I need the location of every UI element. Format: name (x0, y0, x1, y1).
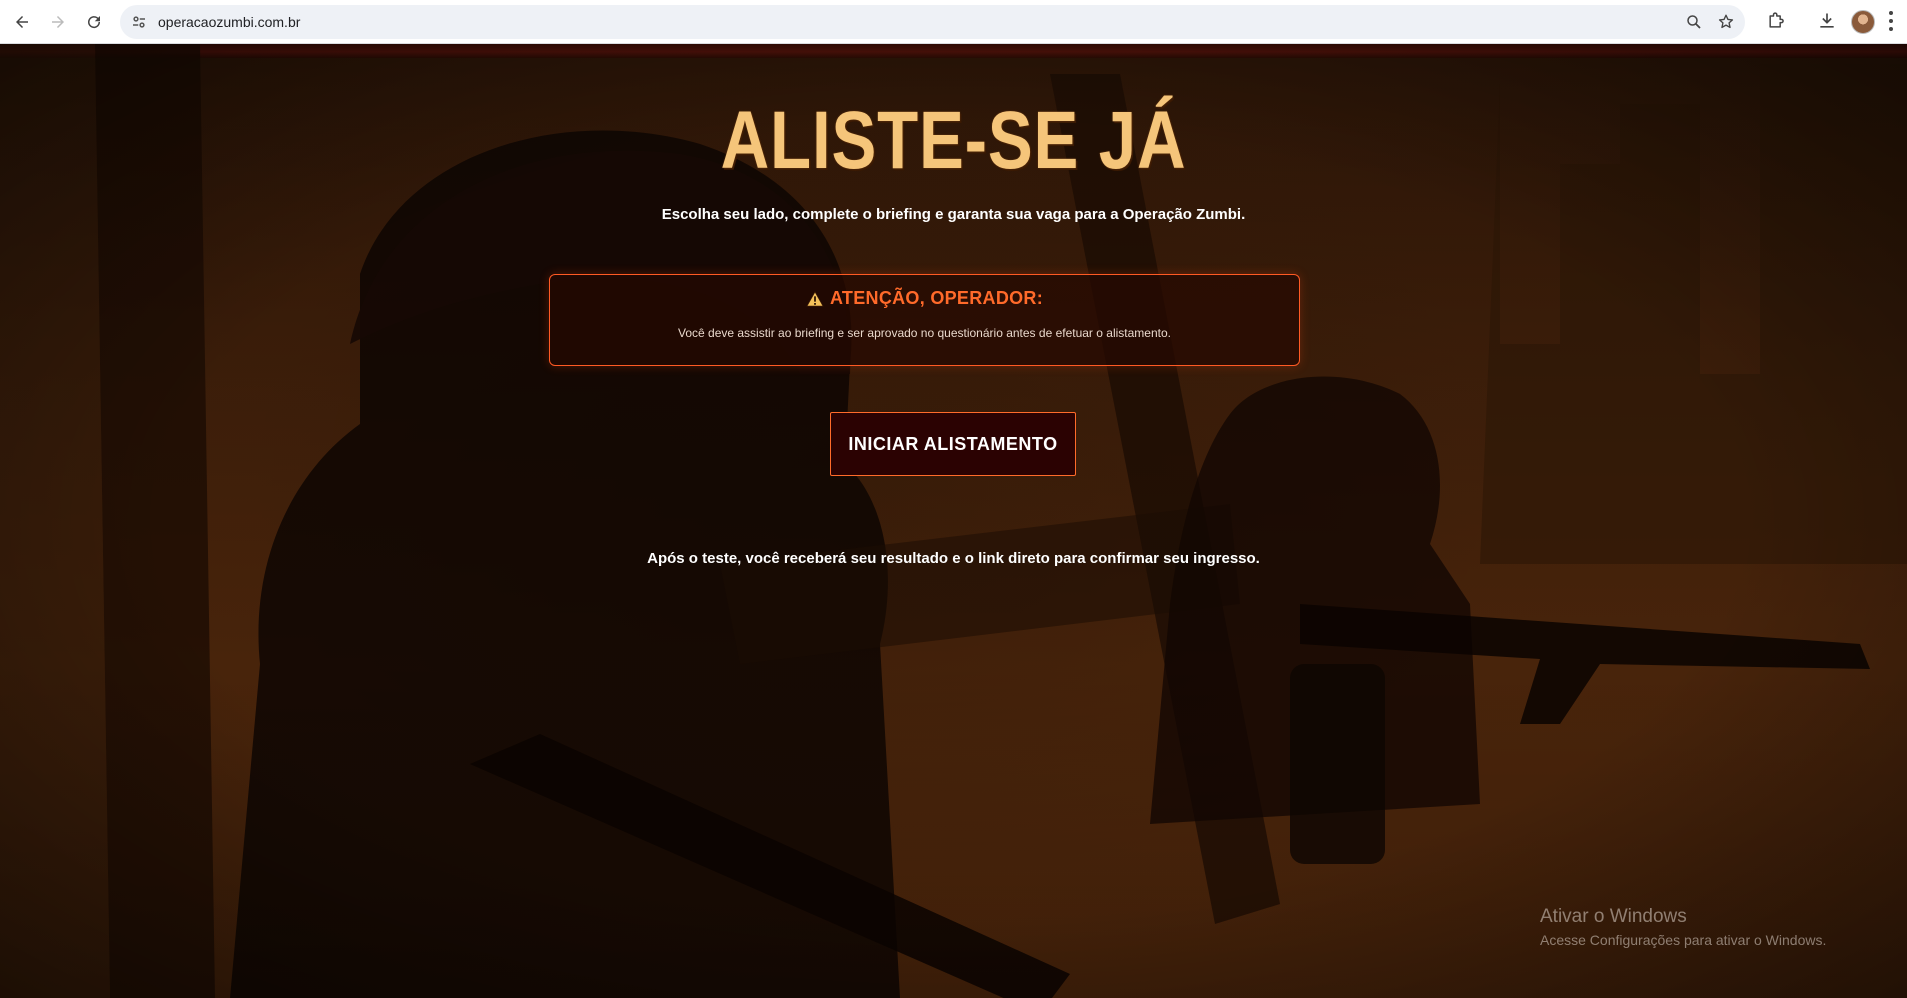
page-title: ALISTE-SE JÁ (720, 95, 1187, 186)
back-button[interactable] (8, 8, 36, 36)
arrow-left-icon (16, 16, 28, 28)
browser-toolbar: operacaozumbi.com.br (0, 0, 1907, 44)
arrow-right-icon (52, 16, 64, 28)
reload-icon (88, 16, 101, 29)
start-enlistment-button[interactable]: INICIAR ALISTAMENTO (830, 412, 1076, 476)
page-subtitle: Escolha seu lado, complete o briefing e … (661, 206, 1246, 223)
url-text[interactable]: operacaozumbi.com.br (158, 14, 300, 30)
download-icon[interactable] (1817, 11, 1837, 31)
zoom-icon[interactable] (1685, 13, 1703, 31)
bookmark-star-icon[interactable] (1717, 13, 1735, 31)
windows-activation-watermark: Ativar o Windows Acesse Configurações pa… (1540, 906, 1826, 948)
reload-button[interactable] (80, 8, 108, 36)
forward-button[interactable] (44, 8, 72, 36)
watermark-subtitle: Acesse Configurações para ativar o Windo… (1540, 932, 1827, 948)
extensions-icon[interactable] (1766, 11, 1786, 31)
watermark-title: Ativar o Windows (1540, 906, 1687, 927)
warning-icon (806, 290, 824, 306)
site-settings-icon[interactable] (130, 13, 148, 31)
alert-heading: ATENÇÃO, OPERADOR: (550, 288, 1299, 309)
warning-alert: ATENÇÃO, OPERADOR: Você deve assistir ao… (549, 274, 1300, 366)
alert-message: Você deve assistir ao briefing e ser apr… (678, 326, 1171, 340)
alert-title: ATENÇÃO, OPERADOR: (829, 288, 1044, 308)
address-bar[interactable]: operacaozumbi.com.br (120, 5, 1745, 39)
browser-menu-icon[interactable] (1888, 11, 1894, 31)
footer-note: Após o teste, você receberá seu resultad… (647, 550, 1260, 567)
profile-avatar[interactable] (1851, 10, 1875, 34)
page-content: ALISTE-SE JÁ Escolha seu lado, complete … (0, 44, 1907, 998)
